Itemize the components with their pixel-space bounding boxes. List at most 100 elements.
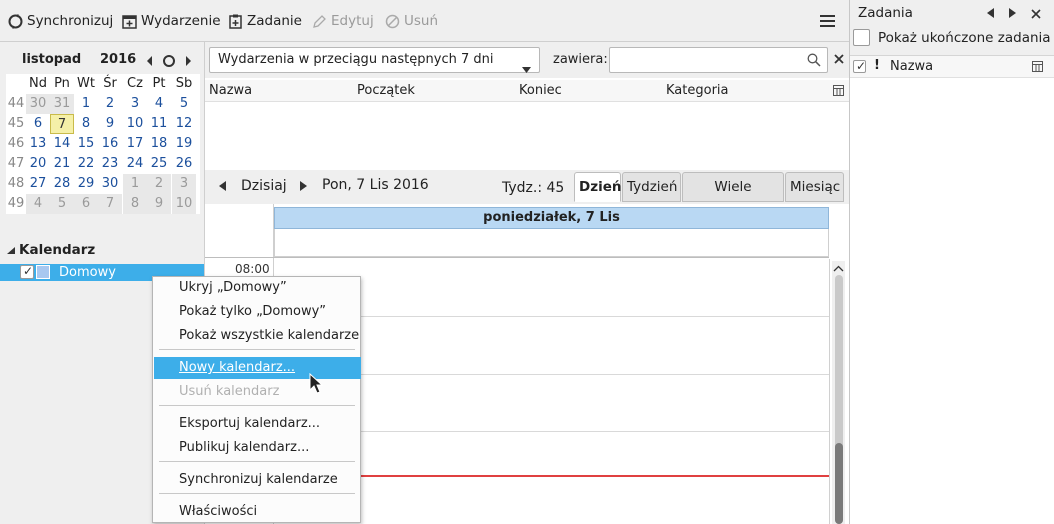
menu-item-delete-calendar[interactable]: Usuń kalendarz (154, 381, 361, 403)
today-button[interactable]: Dzisiaj (241, 178, 287, 194)
minimonth-day[interactable]: 24 (123, 154, 147, 174)
minimonth-day[interactable]: 8 (74, 114, 98, 134)
minimonth-day[interactable]: 20 (26, 154, 50, 174)
next-day-icon[interactable] (298, 180, 308, 192)
previous-day-icon[interactable] (218, 180, 228, 192)
minimonth-day[interactable]: 3 (123, 94, 147, 114)
minimonth-day[interactable]: 25 (147, 154, 171, 174)
minimonth-day[interactable]: 1 (74, 94, 98, 114)
tasks-close-icon[interactable] (1031, 8, 1041, 19)
minimonth-day[interactable]: 17 (123, 134, 147, 154)
minimonth-day[interactable]: 11 (147, 114, 171, 134)
minimonth-year[interactable]: 2016 (100, 52, 136, 67)
tab-multiweek[interactable]: Wiele tygodni (682, 172, 784, 223)
minimonth-next-icon[interactable] (183, 54, 193, 68)
tasks-previous-icon[interactable] (986, 7, 996, 19)
minimonth-day[interactable]: 18 (147, 134, 171, 154)
minimonth-day[interactable]: 28 (50, 174, 74, 194)
column-header-end[interactable]: Koniec (519, 83, 562, 98)
column-picker-icon[interactable] (833, 85, 844, 96)
minimonth-month[interactable]: listopad (22, 52, 81, 67)
new-task-icon (228, 14, 243, 29)
minimonth-day[interactable]: 4 (147, 94, 171, 114)
tab-day[interactable]: Dzień (574, 172, 621, 202)
day-header-5: Pt (152, 76, 166, 91)
minimonth-day[interactable]: 7 (98, 194, 122, 214)
minimonth-day[interactable]: 9 (147, 194, 171, 214)
minimonth-day[interactable]: 30 (98, 174, 122, 194)
scrollbar-thumb[interactable] (835, 443, 843, 524)
minimonth-day[interactable]: 22 (74, 154, 98, 174)
column-header-task-name[interactable]: Nazwa (890, 59, 933, 74)
close-icon[interactable] (833, 53, 845, 65)
pencil-icon (312, 14, 327, 29)
minimonth-day[interactable]: 21 (50, 154, 74, 174)
menu-item-publish-calendar[interactable]: Publikuj kalendarz... (154, 437, 361, 459)
calendar-visible-checkbox[interactable] (20, 264, 34, 279)
all-day-area[interactable] (274, 229, 829, 257)
new-task-button[interactable]: Zadanie (228, 8, 302, 34)
minimonth-day[interactable]: 1 (123, 174, 147, 194)
minimonth-day[interactable]: 2 (147, 174, 171, 194)
day-header[interactable]: poniedziałek, 7 Lis (274, 207, 829, 229)
minimonth-day[interactable]: 4 (26, 194, 50, 214)
minimonth-today-icon[interactable] (162, 54, 176, 68)
menu-item-show-only-calendar[interactable]: Pokaż tylko „Domowy” (154, 301, 361, 323)
column-header-name[interactable]: Nazwa (209, 83, 252, 98)
minimonth-day[interactable]: 29 (74, 174, 98, 194)
completed-column-icon[interactable] (853, 59, 866, 73)
hamburger-menu-icon[interactable] (819, 13, 836, 29)
tab-week[interactable]: Tydzień (622, 172, 681, 202)
calendar-section-title[interactable]: Kalendarz (19, 242, 95, 258)
minimonth-day[interactable]: 19 (172, 134, 196, 154)
delete-icon (385, 14, 400, 29)
minimonth-day[interactable]: 15 (74, 134, 98, 154)
search-icon[interactable] (807, 53, 821, 67)
minimonth-day[interactable]: 5 (50, 194, 74, 214)
minimonth-day[interactable]: 26 (172, 154, 196, 174)
column-header-category[interactable]: Kategoria (666, 83, 729, 98)
minimonth-day[interactable]: 31 (50, 94, 74, 114)
show-completed-label[interactable]: Pokaż ukończone zadania (878, 30, 1051, 46)
minimonth-day[interactable]: 9 (98, 114, 122, 134)
minimonth-day[interactable]: 5 (172, 94, 196, 114)
menu-item-export-calendar[interactable]: Eksportuj kalendarz... (154, 413, 361, 435)
tab-month[interactable]: Miesiąc (785, 172, 844, 202)
minimonth-day[interactable]: 30 (26, 94, 50, 114)
minimonth-day[interactable]: 10 (172, 194, 196, 214)
event-search-input[interactable] (609, 47, 828, 73)
minimonth-day[interactable]: 10 (123, 114, 147, 134)
menu-separator (159, 493, 355, 494)
minimonth-day[interactable]: 2 (98, 94, 122, 114)
minimonth-previous-icon[interactable] (145, 54, 155, 68)
minimonth-day[interactable]: 3 (172, 174, 196, 194)
edit-button[interactable]: Edytuj (312, 8, 374, 34)
task-list-header: ! Nazwa (850, 56, 1054, 78)
minimonth-day[interactable]: 7 (50, 114, 74, 134)
menu-item-synchronize-calendars[interactable]: Synchronizuj kalendarze (154, 469, 361, 491)
tasks-next-icon[interactable] (1007, 7, 1017, 19)
menu-item-new-calendar[interactable]: Nowy kalendarz... (154, 357, 361, 379)
minimonth-day[interactable]: 8 (123, 194, 147, 214)
menu-item-show-all-calendars[interactable]: Pokaż wszystkie kalendarze (154, 325, 361, 347)
synchronize-button[interactable]: Synchronizuj (8, 8, 113, 34)
new-event-button[interactable]: Wydarzenie (122, 8, 221, 34)
collapse-triangle-icon[interactable] (6, 245, 16, 255)
minimonth-day[interactable]: 14 (50, 134, 74, 154)
minimonth-day[interactable]: 12 (172, 114, 196, 134)
event-filter-dropdown[interactable]: Wydarzenia w przeciągu następnych 7 dni (209, 47, 540, 73)
minimonth-day[interactable]: 27 (26, 174, 50, 194)
minimonth-day[interactable]: 6 (74, 194, 98, 214)
menu-item-properties[interactable]: Właściwości (154, 501, 361, 523)
task-column-picker-icon[interactable] (1032, 61, 1043, 72)
minimonth-day[interactable]: 16 (98, 134, 122, 154)
delete-button[interactable]: Usuń (385, 8, 438, 34)
minimonth-day[interactable]: 13 (26, 134, 50, 154)
scroll-up-icon[interactable] (833, 263, 844, 273)
show-completed-checkbox[interactable] (853, 29, 870, 46)
priority-column-icon[interactable]: ! (874, 58, 880, 73)
column-header-start[interactable]: Początek (357, 83, 415, 98)
minimonth-day[interactable]: 23 (98, 154, 122, 174)
menu-item-hide-calendar[interactable]: Ukryj „Domowy” (154, 277, 361, 299)
minimonth-day[interactable]: 6 (26, 114, 50, 134)
